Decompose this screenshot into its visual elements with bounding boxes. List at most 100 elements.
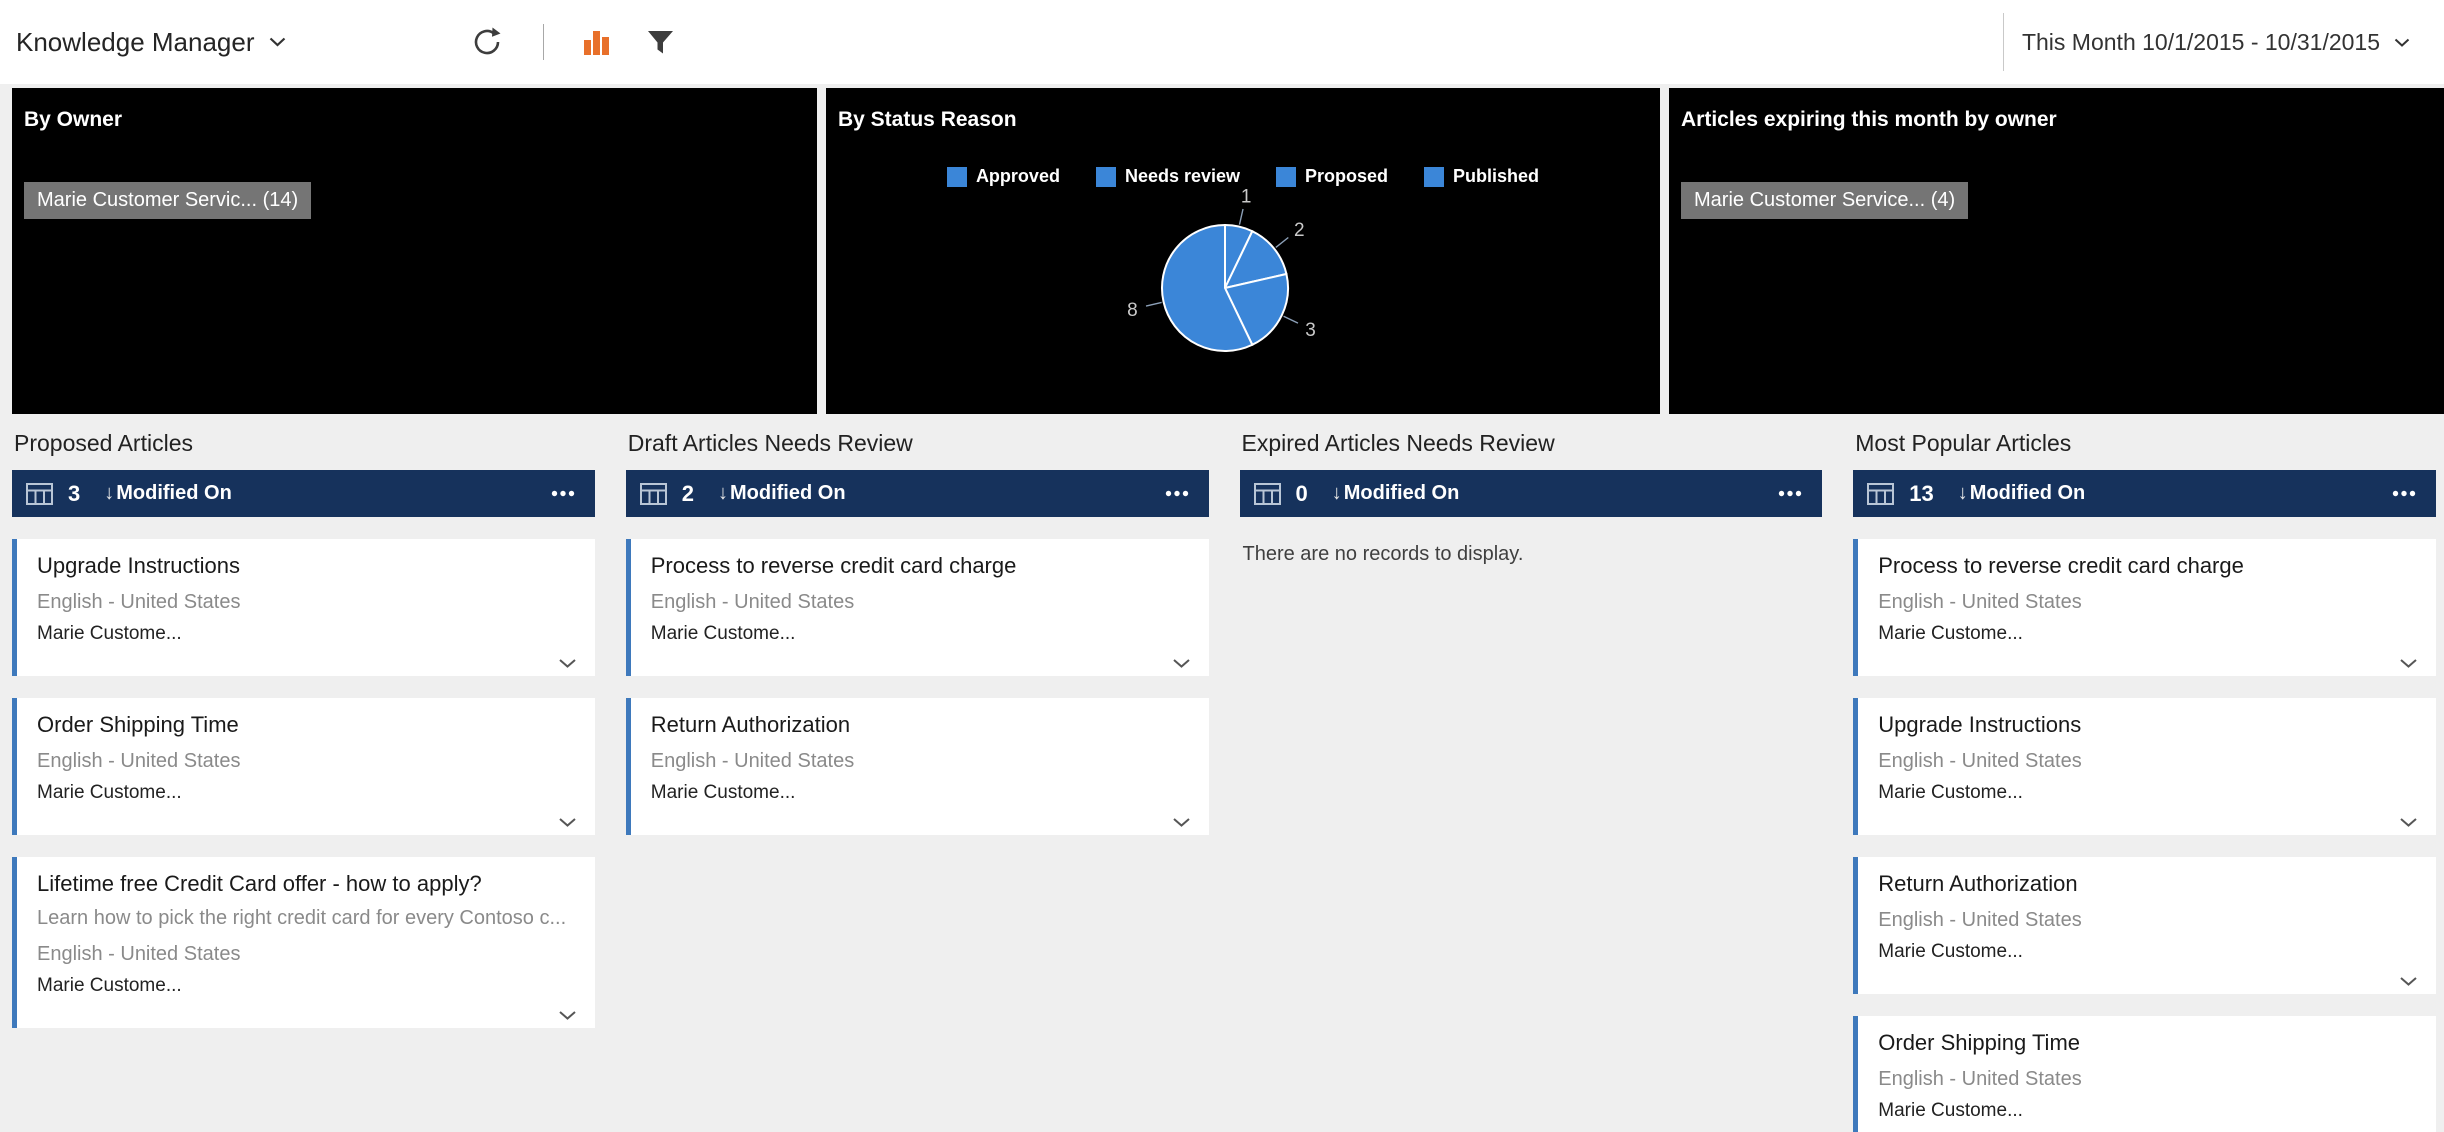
stream-column: Proposed Articles 3 ↓Modified On Upgrade In… bbox=[12, 430, 595, 1028]
article-card[interactable]: Process to reverse credit card charge Eng… bbox=[1853, 539, 2436, 676]
stream-column: Draft Articles Needs Review 2 ↓Modified On… bbox=[626, 430, 1209, 835]
date-range-label: This Month 10/1/2015 - 10/31/2015 bbox=[2022, 29, 2380, 56]
pie-label-leader-line bbox=[1239, 209, 1243, 225]
date-range-group: This Month 10/1/2015 - 10/31/2015 bbox=[2003, 13, 2444, 71]
visual-filters-row: By Owner Marie Customer Servic... (14) B… bbox=[12, 88, 2444, 414]
expand-chevron-icon[interactable] bbox=[558, 658, 577, 669]
more-options-icon[interactable] bbox=[1163, 484, 1191, 503]
article-language: English - United States bbox=[37, 939, 573, 969]
stream-header-bar: 0 ↓Modified On bbox=[1240, 470, 1823, 517]
sort-descending-icon: ↓ bbox=[1958, 482, 1968, 505]
article-language: English - United States bbox=[1878, 587, 2414, 617]
expand-chevron-icon[interactable] bbox=[2399, 817, 2418, 828]
records-grid-icon bbox=[1867, 483, 1894, 505]
article-card[interactable]: Lifetime free Credit Card offer - how to… bbox=[12, 857, 595, 1028]
article-card[interactable]: Return Authorization English - United Sta… bbox=[626, 698, 1209, 835]
sort-descending-icon: ↓ bbox=[1332, 482, 1342, 505]
pie-data-label: 2 bbox=[1294, 220, 1305, 241]
article-language: English - United States bbox=[37, 746, 573, 776]
sort-control[interactable]: ↓Modified On bbox=[1332, 482, 1460, 505]
article-title: Order Shipping Time bbox=[37, 710, 573, 740]
pie-data-label: 1 bbox=[1241, 186, 1252, 207]
stream-column: Most Popular Articles 13 ↓Modified On Proce… bbox=[1853, 430, 2436, 1132]
chevron-down-icon bbox=[269, 37, 286, 47]
article-title: Lifetime free Credit Card offer - how to… bbox=[37, 869, 573, 899]
expand-chevron-icon[interactable] bbox=[558, 1010, 577, 1021]
pie-label-leader-line bbox=[1284, 316, 1298, 323]
stream-title: Most Popular Articles bbox=[1853, 430, 2436, 457]
pie-data-label: 3 bbox=[1305, 320, 1316, 341]
expand-chevron-icon[interactable] bbox=[2399, 658, 2418, 669]
sort-descending-icon: ↓ bbox=[104, 482, 114, 505]
status-pie-chart: 1 2 3 8 bbox=[826, 88, 1660, 414]
article-title: Process to reverse credit card charge bbox=[651, 551, 1187, 581]
article-owner: Marie Custome... bbox=[1878, 1098, 2414, 1124]
top-bar: Knowledge Manager This Month 10/1/2015 -… bbox=[0, 0, 2444, 84]
record-count: 13 bbox=[1909, 481, 1933, 507]
refresh-button[interactable] bbox=[471, 26, 503, 58]
panel-title: By Owner bbox=[12, 88, 817, 132]
record-count: 2 bbox=[682, 481, 694, 507]
pie-label-leader-line bbox=[1146, 302, 1162, 306]
article-card[interactable]: Process to reverse credit card chargeEng… bbox=[626, 539, 1209, 676]
article-card[interactable]: Return AuthorizationEnglish - United Sta… bbox=[1853, 857, 2436, 994]
record-count: 3 bbox=[68, 481, 80, 507]
article-title: Return Authorization bbox=[1878, 869, 2414, 899]
article-language: English - United States bbox=[651, 746, 1187, 776]
sort-control[interactable]: ↓Modified On bbox=[718, 482, 846, 505]
date-range-selector[interactable]: This Month 10/1/2015 - 10/31/2015 bbox=[2022, 29, 2410, 56]
article-card[interactable]: Order Shipping Time English - United Stat… bbox=[1853, 1016, 2436, 1132]
article-card[interactable]: Order Shipping Time English - United Stat… bbox=[12, 698, 595, 835]
header-divider bbox=[2003, 13, 2004, 71]
stream-column: Expired Articles Needs Review 0 ↓Modified … bbox=[1240, 430, 1823, 566]
article-language: English - United States bbox=[37, 587, 573, 617]
article-owner: Marie Custome... bbox=[37, 621, 573, 647]
panel-expiring-by-owner: Articles expiring this month by owner Ma… bbox=[1669, 88, 2444, 414]
empty-message: There are no records to display. bbox=[1243, 543, 1823, 566]
article-title: Return Authorization bbox=[651, 710, 1187, 740]
article-card[interactable]: Upgrade InstructionsEnglish - United Sta… bbox=[1853, 698, 2436, 835]
expand-chevron-icon[interactable] bbox=[1172, 658, 1191, 669]
pie-label-leader-line bbox=[1276, 237, 1289, 247]
records-grid-icon bbox=[1254, 483, 1281, 505]
article-owner: Marie Custome... bbox=[37, 973, 573, 999]
bar-chart-icon[interactable] bbox=[582, 28, 611, 57]
expand-chevron-icon[interactable] bbox=[558, 817, 577, 828]
dashboard-selector[interactable]: Knowledge Manager bbox=[16, 27, 286, 58]
panel-title: Articles expiring this month by owner bbox=[1669, 88, 2444, 132]
article-title: Order Shipping Time bbox=[1878, 1028, 2414, 1058]
article-card[interactable]: Upgrade Instructions English - United Sta… bbox=[12, 539, 595, 676]
expiring-owner-filter-tag[interactable]: Marie Customer Service... (4) bbox=[1681, 182, 1968, 219]
expand-chevron-icon[interactable] bbox=[2399, 976, 2418, 987]
expand-chevron-icon[interactable] bbox=[1172, 817, 1191, 828]
article-title: Upgrade Instructions bbox=[37, 551, 573, 581]
article-language: English - United States bbox=[1878, 746, 2414, 776]
pie-data-label: 8 bbox=[1127, 300, 1138, 321]
toolbar-divider bbox=[543, 24, 544, 60]
sort-descending-icon: ↓ bbox=[718, 482, 728, 505]
stream-header-bar: 3 ↓Modified On bbox=[12, 470, 595, 517]
panel-by-owner: By Owner Marie Customer Servic... (14) bbox=[12, 88, 817, 414]
page-title: Knowledge Manager bbox=[16, 27, 255, 58]
sort-control[interactable]: ↓Modified On bbox=[104, 482, 232, 505]
article-owner: Marie Custome... bbox=[1878, 939, 2414, 965]
sort-field-label: Modified On bbox=[1970, 482, 2086, 505]
more-options-icon[interactable] bbox=[1776, 484, 1804, 503]
stream-title: Expired Articles Needs Review bbox=[1240, 430, 1823, 457]
stream-title: Proposed Articles bbox=[12, 430, 595, 457]
sort-field-label: Modified On bbox=[1344, 482, 1460, 505]
stream-header-bar: 13 ↓Modified On bbox=[1853, 470, 2436, 517]
stream-title: Draft Articles Needs Review bbox=[626, 430, 1209, 457]
chevron-down-icon bbox=[2394, 38, 2410, 47]
more-options-icon[interactable] bbox=[549, 484, 577, 503]
record-count: 0 bbox=[1296, 481, 1308, 507]
sort-control[interactable]: ↓Modified On bbox=[1958, 482, 2086, 505]
sort-field-label: Modified On bbox=[116, 482, 232, 505]
sort-field-label: Modified On bbox=[730, 482, 846, 505]
article-title: Process to reverse credit card charge bbox=[1878, 551, 2414, 581]
article-language: English - United States bbox=[1878, 1064, 2414, 1094]
filter-funnel-icon[interactable] bbox=[647, 30, 674, 55]
owner-filter-tag[interactable]: Marie Customer Servic... (14) bbox=[24, 182, 311, 219]
article-owner: Marie Custome... bbox=[651, 780, 1187, 806]
more-options-icon[interactable] bbox=[2390, 484, 2418, 503]
